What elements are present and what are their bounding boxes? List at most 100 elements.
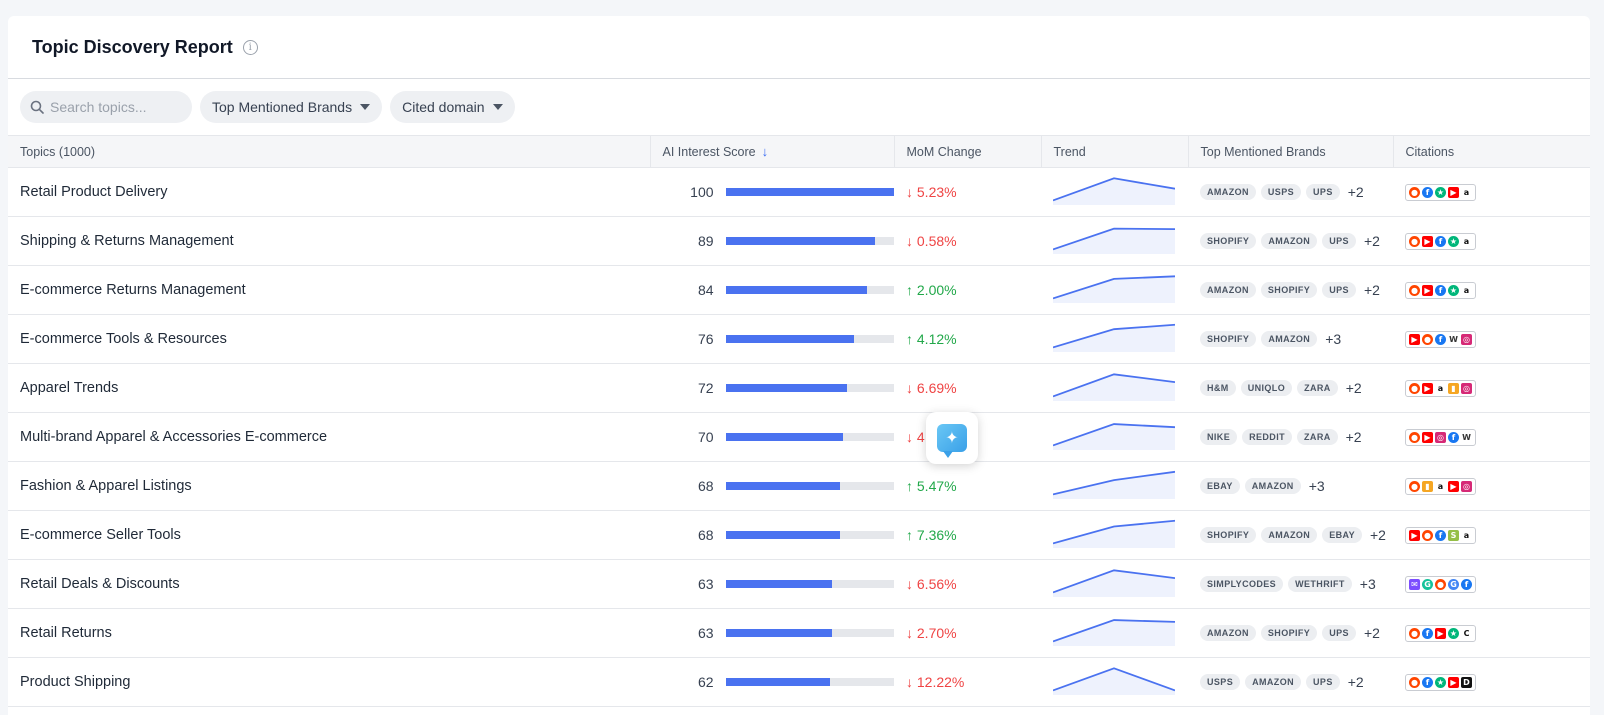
table-row[interactable]: Retail Product Delivery 100 ↓ 5.23% AMAZON…	[8, 167, 1590, 217]
facebook-icon: f	[1422, 677, 1433, 689]
column-topics[interactable]: Topics (1000)	[8, 135, 651, 168]
citation-icons[interactable]: ▶ ● f Sa	[1405, 527, 1476, 545]
brand-badge[interactable]: UPS	[1322, 233, 1356, 249]
column-score[interactable]: AI Interest Score ↓	[650, 135, 895, 168]
brand-badge[interactable]: SIMPLYCODES	[1200, 576, 1284, 592]
topic-name[interactable]: E-commerce Seller Tools	[8, 510, 650, 560]
more-brands-count[interactable]: +2	[1346, 380, 1362, 396]
citation-icons[interactable]: ✉ G ● Gf	[1405, 576, 1476, 594]
brand-badge[interactable]: UNIQLO	[1240, 380, 1293, 396]
youtube-icon: ▶	[1409, 530, 1420, 542]
table-row[interactable]: Fashion & Apparel Listings 68 ↑ 5.47% EBAY…	[8, 461, 1590, 511]
brand-badge[interactable]: AMAZON	[1200, 184, 1256, 200]
column-brands[interactable]: Top Mentioned Brands	[1188, 135, 1394, 168]
more-brands-count[interactable]: +3	[1360, 576, 1376, 592]
citations-cell: ● ▮ a ▶ ◎	[1393, 461, 1590, 511]
topic-name[interactable]: Apparel Trends	[8, 363, 650, 413]
table-row[interactable]: E-commerce Returns Management 84 ↑ 2.00% A…	[8, 265, 1590, 315]
domain-filter-dropdown[interactable]: Cited domain	[390, 91, 515, 123]
trend-sparkline	[1052, 470, 1176, 499]
brand-badge[interactable]: SHOPIFY	[1200, 527, 1257, 543]
column-trend[interactable]: Trend	[1041, 135, 1189, 168]
column-mom[interactable]: MoM Change	[894, 135, 1042, 168]
brand-badge[interactable]: AMAZON	[1261, 331, 1318, 347]
ai-assistant-button[interactable]: ✦	[926, 412, 978, 464]
table-row[interactable]: E-commerce Tools & Resources 76 ↑ 4.12% SH…	[8, 314, 1590, 364]
citation-icons[interactable]: ● ▶ f ★ a	[1405, 282, 1476, 300]
topic-name[interactable]: Retail Deals & Discounts	[8, 559, 650, 609]
citation-icons[interactable]: ▶ ● f W ◎	[1405, 331, 1476, 349]
citation-icons[interactable]: ● ▶ f ★ a	[1405, 233, 1476, 251]
brand-badge[interactable]: ZARA	[1297, 429, 1338, 445]
more-brands-count[interactable]: +3	[1309, 478, 1325, 494]
brand-badge[interactable]: ZARA	[1297, 380, 1338, 396]
table-row[interactable]: Retail Returns 63 ↓ 2.70% AMAZON SHOPIFY UPS…	[8, 608, 1590, 658]
brand-badge[interactable]: AMAZON	[1200, 282, 1256, 298]
trend-area	[1053, 228, 1175, 254]
more-brands-count[interactable]: +2	[1348, 674, 1364, 690]
brand-badge[interactable]: H&M	[1200, 380, 1236, 396]
more-brands-count[interactable]: +2	[1348, 184, 1364, 200]
brand-badge[interactable]: SHOPIFY	[1200, 331, 1257, 347]
brand-badge[interactable]: USPS	[1260, 184, 1302, 200]
mom-value: 6.69%	[916, 379, 957, 396]
brand-badge[interactable]: REDDIT	[1242, 429, 1293, 445]
trustpilot-icon: ★	[1448, 236, 1459, 248]
table-row[interactable]: Apparel Trends 72 ↓ 6.69% H&M UNIQLO ZARA +2 ●…	[8, 363, 1590, 413]
citations-cell: ● f ★ ▶ D	[1393, 657, 1590, 707]
score-value: 100	[690, 184, 714, 200]
brands-filter-dropdown[interactable]: Top Mentioned Brands	[200, 91, 383, 123]
citation-icons[interactable]: ● f ▶ ★ C	[1405, 625, 1476, 643]
more-brands-count[interactable]: +2	[1346, 429, 1362, 445]
brand-badge[interactable]: UPS	[1306, 674, 1340, 690]
more-brands-count[interactable]: +3	[1325, 331, 1341, 347]
more-brands-count[interactable]: +2	[1370, 527, 1386, 543]
more-brands-count[interactable]: +2	[1364, 282, 1380, 298]
topic-name[interactable]: Multi-brand Apparel & Accessories E-comm…	[8, 412, 650, 462]
brand-badge[interactable]: WETHRIFT	[1288, 576, 1352, 592]
brand-badge[interactable]: UPS	[1322, 282, 1356, 298]
brand-badge[interactable]: AMAZON	[1261, 233, 1318, 249]
table-row[interactable]: Shipping & Returns Management 89 ↓ 0.58% S…	[8, 216, 1590, 266]
brand-badge[interactable]: AMAZON	[1245, 674, 1302, 690]
trend-area	[1053, 620, 1175, 646]
topic-name[interactable]: E-commerce Returns Management	[8, 265, 650, 315]
topic-name[interactable]: Fashion & Apparel Listings	[8, 461, 650, 511]
brand-badge[interactable]: AMAZON	[1261, 527, 1318, 543]
brand-badge[interactable]: SHOPIFY	[1200, 233, 1257, 249]
brand-badge[interactable]: EBAY	[1322, 527, 1362, 543]
mom-value: 7.36%	[916, 526, 957, 543]
table-row[interactable]: Multi-brand Apparel & Accessories E-comm…	[8, 412, 1590, 462]
brand-badge[interactable]: AMAZON	[1244, 478, 1301, 494]
topic-name[interactable]: Product Shipping	[8, 657, 650, 707]
brand-badge[interactable]: SHOPIFY	[1260, 282, 1318, 298]
citation-icons[interactable]: ● ▶ ◎ f W	[1405, 429, 1476, 447]
brand-badge[interactable]: USPS	[1200, 674, 1241, 690]
citation-icons[interactable]: ● f ★ ▶ a	[1405, 184, 1476, 202]
sort-desc-icon[interactable]: ↓	[762, 144, 769, 159]
table-row[interactable]: Product Shipping 62 ↓ 12.22% USPS AMAZON UPS…	[8, 657, 1590, 707]
trend-sparkline	[1052, 667, 1176, 695]
brand-badge[interactable]: AMAZON	[1200, 625, 1256, 641]
topic-name[interactable]: Retail Product Delivery	[8, 167, 650, 217]
citation-icons[interactable]: ● ▶ a ▮ ◎	[1405, 380, 1476, 398]
brand-badge[interactable]: UPS	[1306, 184, 1340, 200]
more-brands-count[interactable]: +2	[1364, 625, 1380, 641]
more-brands-count[interactable]: +2	[1364, 233, 1380, 249]
search-input[interactable]	[50, 99, 180, 115]
topic-name[interactable]: E-commerce Tools & Resources	[8, 314, 650, 364]
column-citations[interactable]: Citations	[1393, 135, 1590, 168]
brand-badge[interactable]: NIKE	[1200, 429, 1238, 445]
brand-badge[interactable]: EBAY	[1200, 478, 1240, 494]
citation-icons[interactable]: ● ▮ a ▶ ◎	[1405, 478, 1476, 496]
info-icon[interactable]: i	[242, 39, 258, 55]
brand-badge[interactable]: UPS	[1322, 625, 1356, 641]
brand-badge[interactable]: SHOPIFY	[1260, 625, 1318, 641]
youtube-icon: ▶	[1409, 334, 1420, 346]
table-row[interactable]: E-commerce Seller Tools 68 ↑ 7.36% SHOPIFY…	[8, 510, 1590, 560]
table-row[interactable]: Retail Deals & Discounts 63 ↓ 6.56% SIMPLY…	[8, 559, 1590, 609]
youtube-icon: ▶	[1422, 236, 1433, 248]
topic-name[interactable]: Retail Returns	[8, 608, 650, 658]
topic-name[interactable]: Shipping & Returns Management	[8, 216, 650, 266]
citation-icons[interactable]: ● f ★ ▶ D	[1405, 674, 1476, 692]
